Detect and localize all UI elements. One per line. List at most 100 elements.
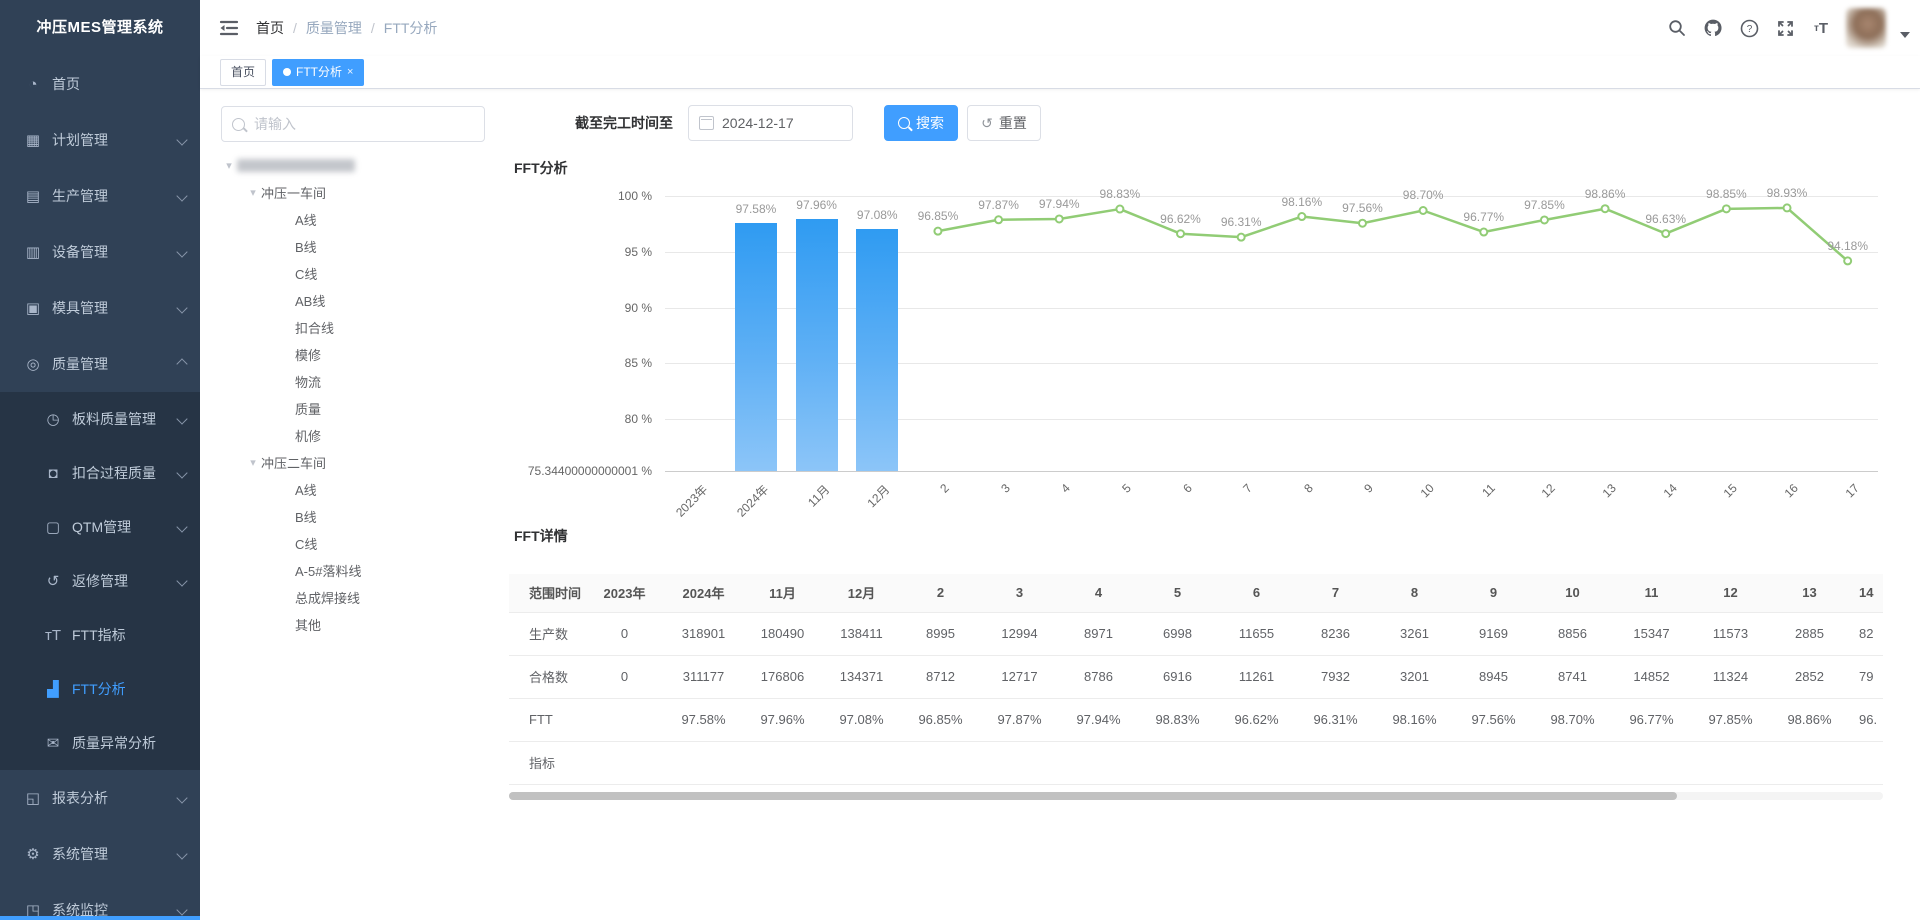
table-cell: 7932: [1296, 655, 1375, 698]
sidebar-item-计划管理[interactable]: ▦计划管理: [0, 112, 200, 168]
app-title: 冲压MES管理系统: [0, 0, 200, 56]
tree-leaf-A线[interactable]: A线: [221, 476, 501, 503]
tree-expand-caret-icon[interactable]: ▾: [245, 186, 261, 199]
date-picker[interactable]: 2024-12-17: [688, 105, 853, 141]
avatar[interactable]: [1846, 8, 1886, 48]
tree-leaf-A-5#落料线[interactable]: A-5#落料线: [221, 557, 501, 584]
tab-label: FTT分析: [296, 60, 342, 85]
tree-leaf-label: 其他: [295, 615, 321, 634]
x-axis-tick-label: 12: [1492, 481, 1558, 547]
sidebar-item-返修管理[interactable]: ↺返修管理: [0, 554, 200, 608]
production-icon: ▤: [24, 187, 42, 205]
chart-line-point: [1480, 229, 1487, 236]
x-axis-tick-label: 5: [1067, 481, 1133, 547]
tree-leaf-C线[interactable]: C线: [221, 530, 501, 557]
help-icon[interactable]: ?: [1738, 17, 1760, 39]
tree-leaf-label: 质量: [295, 399, 321, 418]
table-cell: [1375, 741, 1454, 784]
tree-leaf-AB线[interactable]: AB线: [221, 287, 501, 314]
sidebar-item-QTM管理[interactable]: ▢QTM管理: [0, 500, 200, 554]
active-tab-dot: [283, 68, 291, 76]
table-cell: 0: [585, 655, 664, 698]
table-cell: [1612, 741, 1691, 784]
tree-leaf-物流[interactable]: 物流: [221, 368, 501, 395]
mold-icon: ▣: [24, 299, 42, 317]
scrollbar-thumb[interactable]: [509, 792, 1677, 800]
tree-node-root[interactable]: ▾: [221, 152, 501, 179]
sidebar-item-板料质量管理[interactable]: ◷板料质量管理: [0, 392, 200, 446]
sidebar-item-label: FTT指标: [72, 625, 186, 645]
tree-leaf-机修[interactable]: 机修: [221, 422, 501, 449]
close-icon[interactable]: ×: [347, 60, 353, 85]
column-header: 2024年: [664, 574, 743, 612]
sidebar-item-系统管理[interactable]: ⚙系统管理: [0, 826, 200, 882]
tree-leaf-B线[interactable]: B线: [221, 233, 501, 260]
table-cell: 318901: [664, 612, 743, 655]
table-cell: [1691, 741, 1770, 784]
search-button[interactable]: 搜索: [884, 105, 958, 141]
breadcrumb-item[interactable]: 首页: [256, 18, 284, 38]
breadcrumb-item[interactable]: 质量管理: [306, 18, 362, 38]
tree-leaf-模修[interactable]: 模修: [221, 341, 501, 368]
sidebar-item-报表分析[interactable]: ◱报表分析: [0, 770, 200, 826]
ftt-detail-table: 范围时间2023年2024年11月12月234567891011121314 生…: [509, 574, 1883, 785]
x-axis-tick-label: 6: [1128, 481, 1194, 547]
tree-leaf-label: 总成焊接线: [295, 588, 360, 607]
equipment-icon: ▥: [24, 243, 42, 261]
sidebar-item-系统监控[interactable]: ◳系统监控: [0, 882, 200, 920]
table-cell: 8995: [901, 612, 980, 655]
tree-leaf-扣合线[interactable]: 扣合线: [221, 314, 501, 341]
tree-node-冲压二车间[interactable]: ▾冲压二车间: [221, 449, 501, 476]
sidebar-item-质量异常分析[interactable]: ✉质量异常分析: [0, 716, 200, 770]
column-header: 7: [1296, 574, 1375, 612]
caret-down-icon[interactable]: [1900, 32, 1910, 38]
x-axis-tick-label: 2023年: [643, 481, 712, 550]
fullscreen-icon[interactable]: [1774, 17, 1796, 39]
table-cell: 96.77%: [1612, 698, 1691, 741]
tab-首页[interactable]: 首页: [220, 59, 266, 86]
sidebar-toggle-icon[interactable]: [218, 17, 240, 39]
column-header: 11: [1612, 574, 1691, 612]
sidebar-item-FTT分析[interactable]: ▟FTT分析: [0, 662, 200, 716]
sidebar-item-label: 系统管理: [52, 844, 172, 864]
github-icon[interactable]: [1702, 17, 1724, 39]
chart-line-point: [934, 228, 941, 235]
x-axis-tick-label: 4: [1007, 481, 1073, 547]
tree-search-input[interactable]: [252, 115, 474, 133]
sidebar-item-生产管理[interactable]: ▤生产管理: [0, 168, 200, 224]
sidebar-item-扣合过程质量[interactable]: ◘扣合过程质量: [0, 446, 200, 500]
sidebar-item-设备管理[interactable]: ▥设备管理: [0, 224, 200, 280]
tree-expand-caret-icon[interactable]: ▾: [221, 159, 237, 172]
tab-FTT分析[interactable]: FTT分析×: [272, 59, 364, 86]
font-size-icon[interactable]: тT: [1810, 17, 1832, 39]
sidebar-item-FTT指标[interactable]: тTFTT指标: [0, 608, 200, 662]
chart-line-point: [1662, 230, 1669, 237]
table-cell: 97.58%: [664, 698, 743, 741]
sidebar-item-首页[interactable]: ◔首页: [0, 56, 200, 112]
tree-leaf-其他[interactable]: 其他: [221, 611, 501, 638]
refresh-icon: ↺: [981, 116, 993, 130]
tree-leaf-A线[interactable]: A线: [221, 206, 501, 233]
tree-leaf-质量[interactable]: 质量: [221, 395, 501, 422]
sidebar-item-质量管理[interactable]: ◎质量管理: [0, 336, 200, 392]
table-cell: 97.56%: [1454, 698, 1533, 741]
tree-leaf-总成焊接线[interactable]: 总成焊接线: [221, 584, 501, 611]
table-cell: 2852: [1770, 655, 1849, 698]
y-axis-tick-label: 100 %: [512, 189, 652, 203]
sidebar-item-模具管理[interactable]: ▣模具管理: [0, 280, 200, 336]
tree-leaf-B线[interactable]: B线: [221, 503, 501, 530]
table-horizontal-scrollbar: [509, 792, 1883, 800]
search-icon[interactable]: [1666, 17, 1688, 39]
reset-button[interactable]: ↺ 重置: [967, 105, 1041, 141]
tree-expand-caret-icon[interactable]: ▾: [245, 456, 261, 469]
table-row-合格数: 合格数0311177176806134371871212717878669161…: [509, 655, 1883, 698]
tree-leaf-label: 机修: [295, 426, 321, 445]
tree-root-redacted: [237, 159, 355, 172]
tree-leaf-C线[interactable]: C线: [221, 260, 501, 287]
column-header: 4: [1059, 574, 1138, 612]
chart-line-series: [665, 196, 1878, 485]
chevron-down-icon: [176, 467, 187, 478]
table-cell: 180490: [743, 612, 822, 655]
sidebar: 冲压MES管理系统 ◔首页▦计划管理▤生产管理▥设备管理▣模具管理◎质量管理◷板…: [0, 0, 200, 920]
tree-node-冲压一车间[interactable]: ▾冲压一车间: [221, 179, 501, 206]
